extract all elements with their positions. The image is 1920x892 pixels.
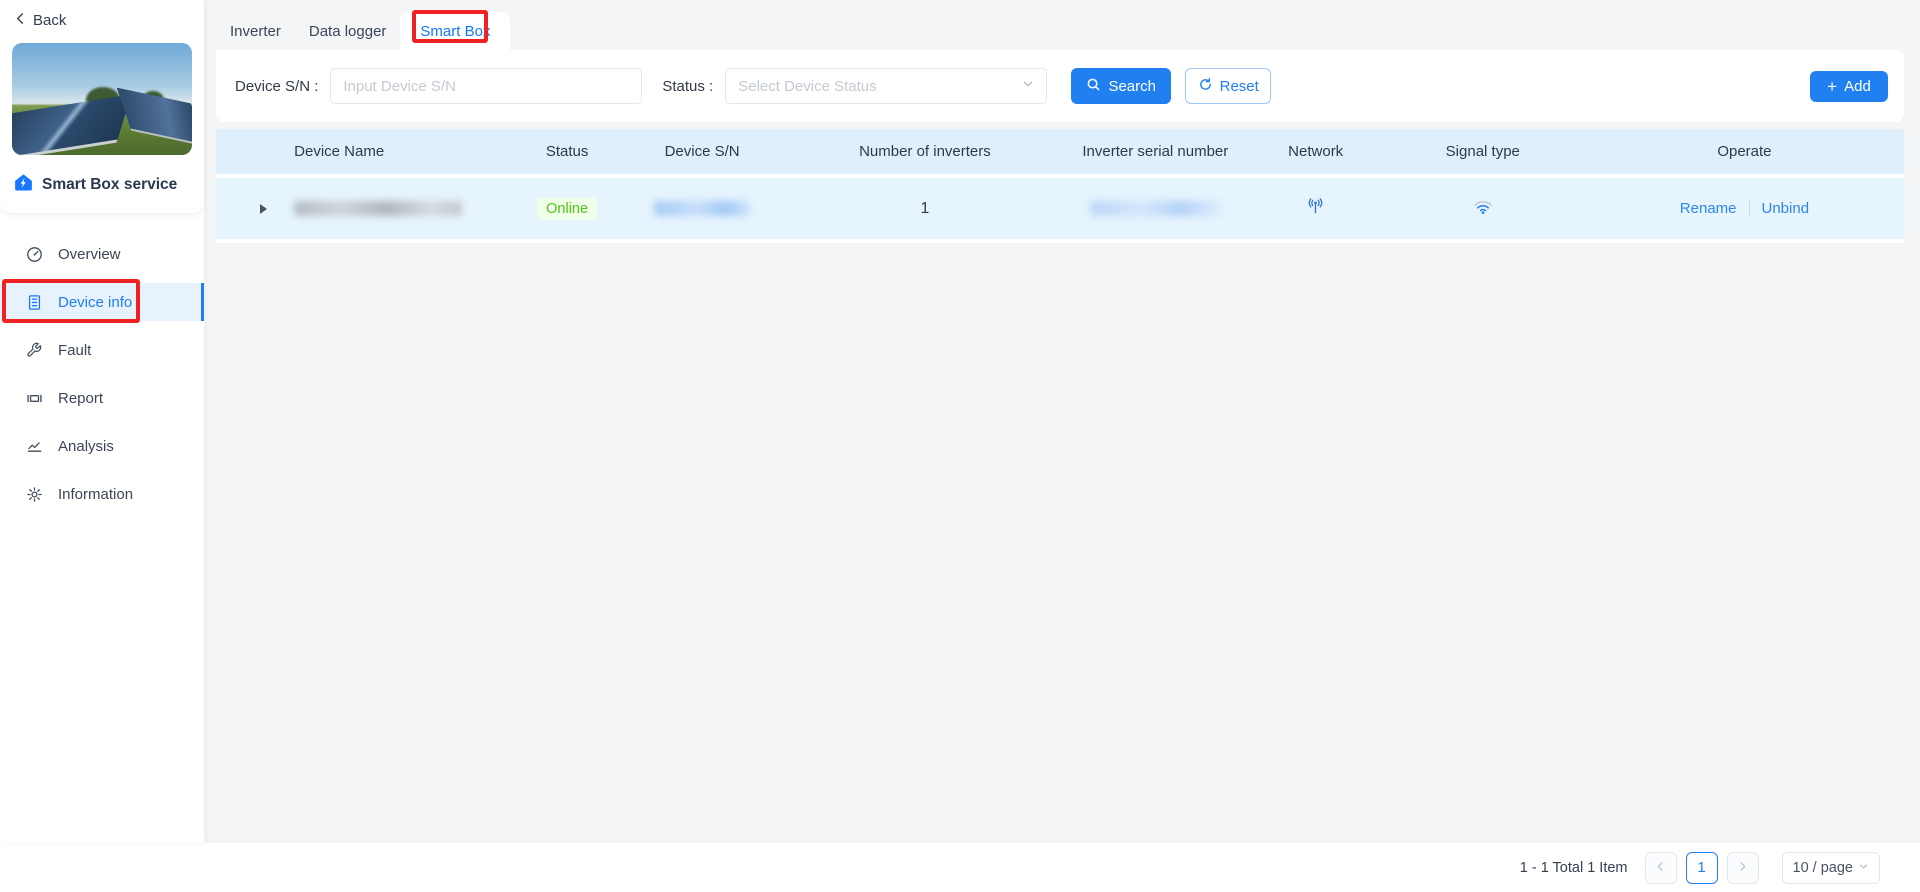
tab-inverter[interactable]: Inverter xyxy=(216,12,295,50)
sidebar-item-fault[interactable]: Fault xyxy=(0,331,204,369)
chevron-left-icon xyxy=(14,12,27,29)
antenna-signal-icon xyxy=(1306,197,1325,221)
table-header-row: Device Name Status Device S/N Number of … xyxy=(216,129,1904,174)
col-operate: Operate xyxy=(1717,143,1772,160)
search-icon xyxy=(1086,77,1101,96)
gear-icon xyxy=(25,486,43,503)
plant-photo xyxy=(12,43,192,155)
service-title-row: Smart Box service xyxy=(12,173,192,197)
col-status: Status xyxy=(545,143,589,160)
status-select-placeholder: Select Device Status xyxy=(738,77,877,95)
status-label: Status : xyxy=(662,77,714,95)
device-info-page: Back Smart Box service Overview Device i… xyxy=(0,0,1920,892)
pagination-bar: 1 - 1 Total 1 Item 1 10 / page xyxy=(0,843,1920,892)
operate-cell: Rename Unbind xyxy=(1585,200,1904,217)
status-cell: Online xyxy=(520,197,615,220)
sidebar-item-report[interactable]: Report xyxy=(0,379,204,417)
back-label: Back xyxy=(33,12,67,29)
expand-row-caret-icon[interactable] xyxy=(259,203,267,214)
next-page-button[interactable] xyxy=(1726,851,1759,884)
sidebar: Back Smart Box service Overview Device i… xyxy=(0,0,204,843)
search-button[interactable]: Search xyxy=(1071,68,1172,104)
page-size-label: 10 / page xyxy=(1792,859,1853,876)
sidebar-item-label: Analysis xyxy=(58,437,114,455)
device-tabs: Inverter Data logger Smart Box xyxy=(216,10,1904,50)
tab-data-logger[interactable]: Data logger xyxy=(295,12,401,50)
unbind-link[interactable]: Unbind xyxy=(1762,200,1810,217)
device-sn-label: Device S/N : xyxy=(235,77,319,95)
device-list-icon xyxy=(25,294,43,311)
smart-box-table: Device Name Status Device S/N Number of … xyxy=(216,129,1904,243)
pagination-total: 1 - 1 Total 1 Item xyxy=(1519,859,1628,876)
status-badge: Online xyxy=(537,197,598,220)
sidebar-item-label: Overview xyxy=(58,245,121,263)
col-network: Network xyxy=(1288,143,1344,160)
back-button[interactable]: Back xyxy=(12,10,192,31)
reset-button-label: Reset xyxy=(1219,77,1259,95)
wrench-icon xyxy=(25,342,43,358)
sidebar-item-information[interactable]: Information xyxy=(0,475,204,513)
page-size-select[interactable]: 10 / page xyxy=(1781,851,1880,884)
main-content: Inverter Data logger Smart Box Device S/… xyxy=(204,0,1920,843)
tab-label: Inverter xyxy=(230,22,281,40)
service-title: Smart Box service xyxy=(42,176,178,193)
expand-cell xyxy=(216,203,280,214)
chevron-left-icon xyxy=(1655,859,1666,877)
number-of-inverters-cell: 1 xyxy=(790,200,1060,218)
add-button-label: Add xyxy=(1844,77,1871,95)
tab-smart-box[interactable]: Smart Box xyxy=(400,10,511,50)
tab-label: Data logger xyxy=(308,22,387,40)
device-sn-input[interactable] xyxy=(330,68,643,104)
chevron-down-icon xyxy=(1022,77,1034,95)
device-name-redacted-value xyxy=(294,201,463,216)
col-device-sn: Device S/N xyxy=(664,143,740,160)
refresh-icon xyxy=(1198,77,1213,96)
plus-icon: + xyxy=(1827,76,1838,96)
prev-page-button[interactable] xyxy=(1644,851,1677,884)
sidebar-item-device-info[interactable]: Device info xyxy=(0,279,204,323)
page-number-button[interactable]: 1 xyxy=(1685,851,1718,884)
col-inverter-serial-number: Inverter serial number xyxy=(1082,143,1229,160)
search-button-label: Search xyxy=(1108,77,1156,95)
status-select[interactable]: Select Device Status xyxy=(725,68,1048,104)
device-sn-cell xyxy=(614,201,790,216)
sidebar-item-label: Report xyxy=(58,389,104,407)
col-device-name: Device Name xyxy=(294,143,385,160)
house-bolt-icon xyxy=(14,173,33,197)
wifi-icon xyxy=(1473,198,1493,220)
filter-bar: Device S/N : Status : Select Device Stat… xyxy=(216,50,1904,122)
status-filter-group: Status : Select Device Status xyxy=(662,68,1048,104)
sidebar-item-label: Fault xyxy=(58,341,92,359)
col-number-of-inverters: Number of inverters xyxy=(859,143,991,160)
inverter-count: 1 xyxy=(920,199,930,217)
sidebar-header: Back Smart Box service xyxy=(0,0,204,213)
rename-link[interactable]: Rename xyxy=(1680,200,1737,217)
sidebar-item-label: Information xyxy=(58,485,134,503)
action-divider xyxy=(1748,201,1750,216)
table-row: Online 1 Rename Unbind xyxy=(216,174,1904,243)
signal-type-cell xyxy=(1381,198,1585,220)
device-name-cell xyxy=(280,201,520,216)
reset-button[interactable]: Reset xyxy=(1185,68,1272,104)
add-button[interactable]: + Add xyxy=(1810,70,1888,102)
chevron-right-icon xyxy=(1737,859,1748,877)
dashboard-gauge-icon xyxy=(25,246,43,263)
line-chart-icon xyxy=(25,438,43,455)
network-cell xyxy=(1251,197,1381,221)
inverter-serial-redacted-value xyxy=(1090,201,1221,216)
solar-panel-shape xyxy=(116,87,192,147)
inverter-serial-cell xyxy=(1060,201,1251,216)
sidebar-item-analysis[interactable]: Analysis xyxy=(0,427,204,465)
report-icon xyxy=(25,390,43,407)
solar-panel-shape xyxy=(12,94,132,155)
sidebar-item-label: Device info xyxy=(58,293,133,311)
col-signal-type: Signal type xyxy=(1445,143,1520,160)
tab-label: Smart Box xyxy=(420,22,491,40)
device-sn-redacted-value xyxy=(654,201,751,216)
sidebar-item-overview[interactable]: Overview xyxy=(0,235,204,273)
chevron-down-icon xyxy=(1858,860,1869,876)
sidebar-nav: Overview Device info Fault Report Analys… xyxy=(0,235,204,513)
